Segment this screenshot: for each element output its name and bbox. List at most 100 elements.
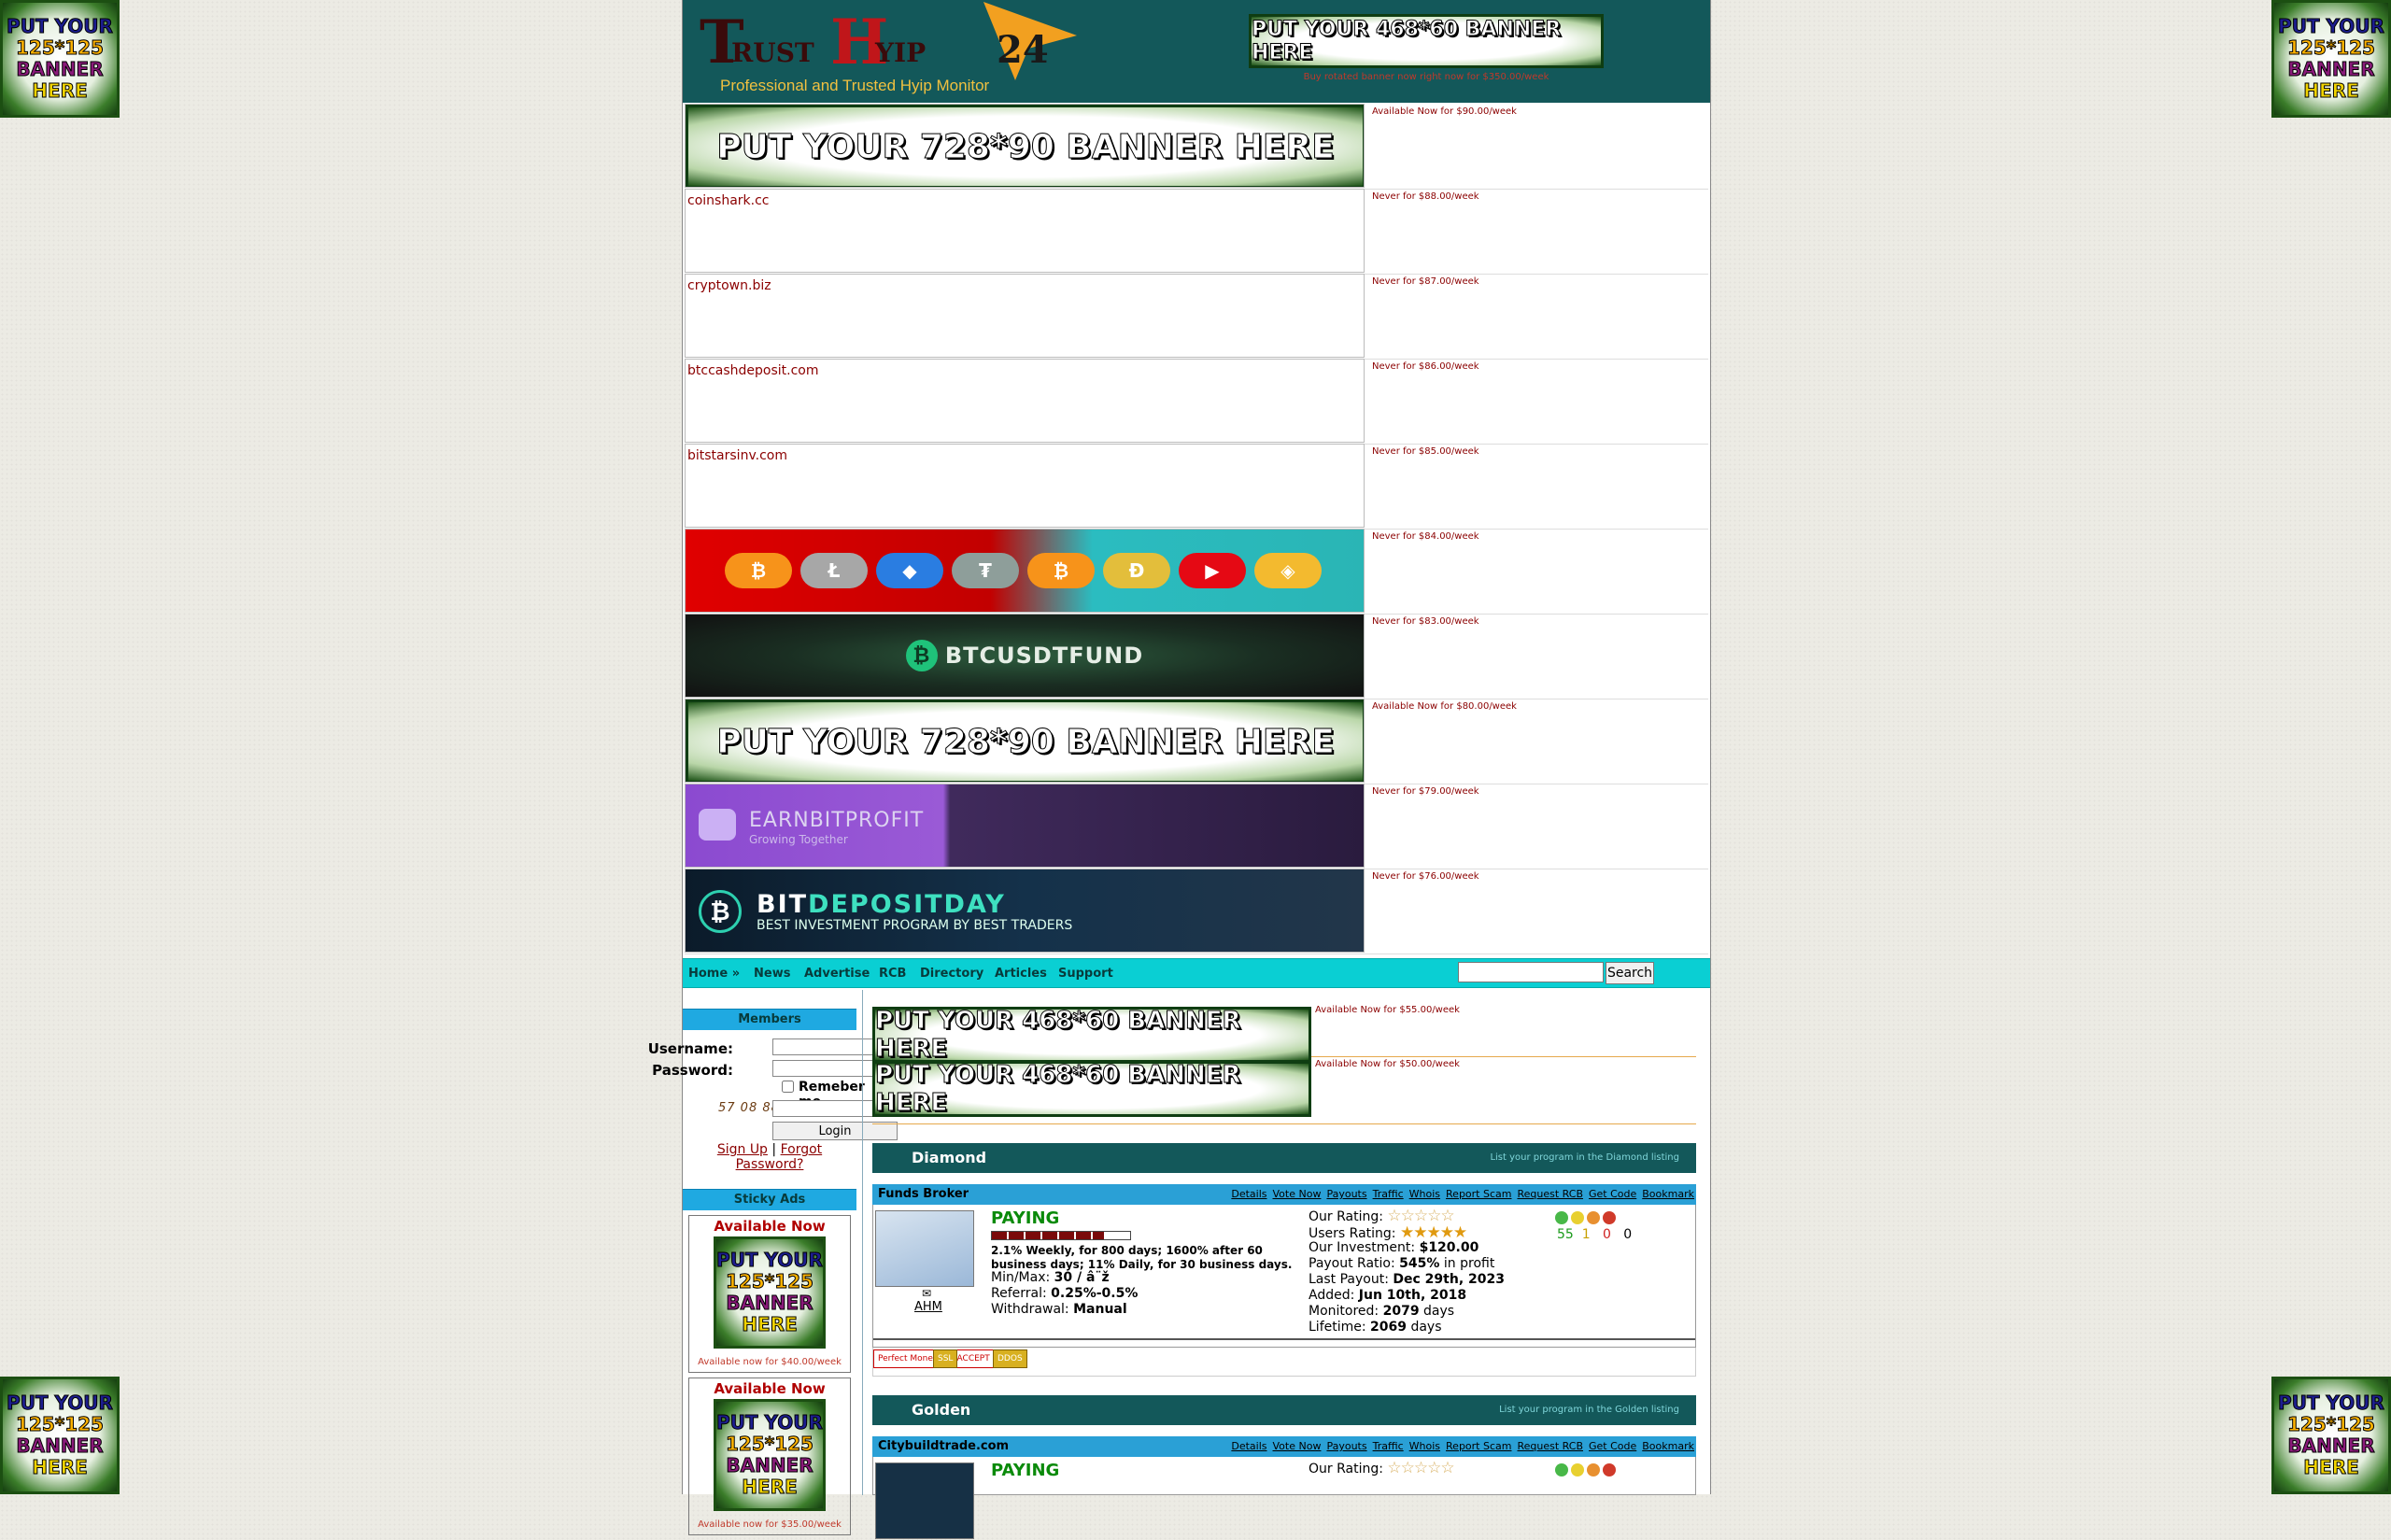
- site-logo[interactable]: T RUST H YIP 24 Professional and Trusted…: [700, 2, 1082, 99]
- program-link-whois[interactable]: Whois: [1409, 1440, 1440, 1452]
- program-link-bookmark[interactable]: Bookmark: [1642, 1188, 1694, 1200]
- program-name[interactable]: Citybuildtrade.com: [878, 1439, 1009, 1453]
- nav-home[interactable]: Home »: [688, 967, 740, 981]
- side-ad-top-right[interactable]: PUT YOUR 125*125 BANNER HERE: [2271, 0, 2391, 118]
- program-link-request-rcb[interactable]: Request RCB: [1517, 1440, 1583, 1452]
- broken-image-alt[interactable]: bitstarsinv.com: [686, 445, 1364, 467]
- added-row: Added: Jun 10th, 2018: [1309, 1288, 1466, 1303]
- email-icon[interactable]: ✉: [922, 1287, 931, 1300]
- banner-price-link[interactable]: Never for $79.00/week: [1372, 786, 1479, 797]
- tier-listing-link[interactable]: List your program in the Diamond listing: [1490, 1143, 1679, 1173]
- program-link-get-code[interactable]: Get Code: [1589, 1188, 1636, 1200]
- banner-price-link[interactable]: Never for $88.00/week: [1372, 191, 1479, 202]
- sticky-ad-available[interactable]: Available Now: [689, 1218, 850, 1235]
- banner-price-link[interactable]: Never for $84.00/week: [1372, 531, 1479, 542]
- program-link-whois[interactable]: Whois: [1409, 1188, 1440, 1200]
- sticky-ad-price[interactable]: Available now for $40.00/week: [698, 1357, 842, 1367]
- signup-link[interactable]: Sign Up: [717, 1142, 768, 1157]
- program-link-report-scam[interactable]: Report Scam: [1446, 1440, 1511, 1452]
- program-link-request-rcb[interactable]: Request RCB: [1517, 1188, 1583, 1200]
- crypto-coin-icon: ₮: [952, 553, 1019, 588]
- header-banner-468[interactable]: PUT YOUR 468*60 BANNER HERE: [1249, 14, 1604, 68]
- vote-neutral-icon[interactable]: [1571, 1211, 1584, 1224]
- sticky-ad-banner[interactable]: PUT YOUR 125*125 BANNER HERE: [714, 1236, 826, 1349]
- vote-good-icon[interactable]: [1555, 1463, 1568, 1476]
- ahm-link[interactable]: AHM: [914, 1300, 942, 1314]
- sticky-ad[interactable]: Available Now PUT YOUR 125*125 BANNER HE…: [688, 1215, 851, 1373]
- banner-468-placeholder[interactable]: PUT YOUR 468*60 BANNER HERE: [872, 1007, 1311, 1064]
- side-ad-bottom-left[interactable]: PUT YOUR 125*125 BANNER HERE: [0, 1377, 120, 1494]
- crypto-coins-banner[interactable]: ₿ Ł ◆ ₮ ₿ Đ ▶ ◈: [685, 529, 1365, 613]
- program-link-details[interactable]: Details: [1231, 1188, 1266, 1200]
- remember-checkbox[interactable]: [782, 1081, 794, 1093]
- auth-links: Sign Up | Forgot Password?: [683, 1142, 856, 1172]
- sticky-ad[interactable]: Available Now PUT YOUR 125*125 BANNER HE…: [688, 1378, 851, 1535]
- sticky-ad-price[interactable]: Available now for $35.00/week: [698, 1519, 842, 1530]
- vote-neutral-icon[interactable]: [1571, 1463, 1584, 1476]
- sticky-ads-header: Sticky Ads: [683, 1189, 856, 1210]
- banner-price-link[interactable]: Never for $85.00/week: [1372, 446, 1479, 457]
- nav-directory[interactable]: Directory: [920, 967, 983, 981]
- banner-price-link[interactable]: Available Now for $55.00/week: [1315, 1005, 1460, 1015]
- banner-728-placeholder[interactable]: PUT YOUR 728*90 BANNER HERE: [686, 105, 1364, 187]
- vote-counts: 55 1 0 0: [1557, 1227, 1632, 1242]
- banner-slot[interactable]: btccashdeposit.com: [685, 359, 1365, 443]
- banner-slot[interactable]: coinshark.cc: [685, 189, 1365, 273]
- program-link-payouts[interactable]: Payouts: [1326, 1188, 1366, 1200]
- banner-728-placeholder[interactable]: PUT YOUR 728*90 BANNER HERE: [686, 699, 1364, 782]
- program-screenshot[interactable]: [875, 1462, 974, 1539]
- added-value: Jun 10th, 2018: [1358, 1288, 1467, 1303]
- nav-rcb[interactable]: RCB: [879, 967, 906, 981]
- earnbitprofit-banner[interactable]: EARNBITPROFIT Growing Together: [685, 784, 1365, 868]
- search-button[interactable]: Search: [1606, 962, 1654, 984]
- program-link-get-code[interactable]: Get Code: [1589, 1440, 1636, 1452]
- vote-scam-icon[interactable]: [1603, 1463, 1616, 1476]
- broken-image-alt[interactable]: btccashdeposit.com: [686, 360, 1364, 382]
- vote-good-icon[interactable]: [1555, 1211, 1568, 1224]
- banner-price-link[interactable]: Never for $83.00/week: [1372, 616, 1479, 627]
- side-ad-top-left[interactable]: PUT YOUR 125*125 BANNER HERE: [0, 0, 120, 118]
- program-link-vote[interactable]: Vote Now: [1273, 1188, 1322, 1200]
- btcusdtfund-banner[interactable]: ₿ BTCUSDTFUND: [685, 614, 1365, 698]
- banner-slot[interactable]: cryptown.biz: [685, 274, 1365, 358]
- program-link-payouts[interactable]: Payouts: [1326, 1440, 1366, 1452]
- side-ad-bottom-right[interactable]: PUT YOUR 125*125 BANNER HERE: [2271, 1377, 2391, 1494]
- banner-price-link[interactable]: Available Now for $80.00/week: [1372, 701, 1517, 712]
- tier-title: Golden: [912, 1401, 971, 1419]
- nav-news[interactable]: News: [754, 967, 790, 981]
- banner-slot[interactable]: bitstarsinv.com: [685, 444, 1365, 528]
- program-link-traffic[interactable]: Traffic: [1373, 1440, 1404, 1452]
- vote-scam-icon[interactable]: [1603, 1211, 1616, 1224]
- program-link-details[interactable]: Details: [1231, 1440, 1266, 1452]
- nav-advertise[interactable]: Advertise: [804, 967, 870, 981]
- bitdepositday-banner[interactable]: ₿ BITDEPOSITDAY BEST INVESTMENT PROGRAM …: [685, 869, 1365, 953]
- program-name[interactable]: Funds Broker: [878, 1187, 969, 1201]
- sticky-ad-banner[interactable]: PUT YOUR 125*125 BANNER HERE: [714, 1399, 826, 1511]
- header-banner-link[interactable]: Buy rotated banner now right now for $35…: [1249, 72, 1604, 82]
- search-input[interactable]: [1458, 962, 1604, 982]
- banner-slot[interactable]: PUT YOUR 728*90 BANNER HERE: [685, 104, 1365, 188]
- nav-articles[interactable]: Articles: [995, 967, 1047, 981]
- broken-image-alt[interactable]: cryptown.biz: [686, 275, 1364, 297]
- vote-bad-icon[interactable]: [1587, 1211, 1600, 1224]
- banner-price-link[interactable]: Available Now for $50.00/week: [1315, 1059, 1460, 1069]
- banner-468-placeholder[interactable]: PUT YOUR 468*60 BANNER HERE: [872, 1061, 1311, 1118]
- broken-image-alt[interactable]: coinshark.cc: [686, 190, 1364, 212]
- tier-listing-link[interactable]: List your program in the Golden listing: [1499, 1395, 1679, 1425]
- banner-row: coinshark.cc Never for $88.00/week: [685, 189, 1708, 275]
- sticky-ad-available[interactable]: Available Now: [689, 1380, 850, 1397]
- program-link-traffic[interactable]: Traffic: [1373, 1188, 1404, 1200]
- program-link-report-scam[interactable]: Report Scam: [1446, 1188, 1511, 1200]
- nav-support[interactable]: Support: [1058, 967, 1113, 981]
- banner-price-link[interactable]: Available Now for $90.00/week: [1372, 106, 1517, 117]
- program-screenshot[interactable]: [875, 1210, 974, 1287]
- banner-slot[interactable]: PUT YOUR 728*90 BANNER HERE: [685, 699, 1365, 783]
- banner-price-link[interactable]: Never for $86.00/week: [1372, 361, 1479, 372]
- banner-price-link[interactable]: Never for $87.00/week: [1372, 276, 1479, 287]
- our-rating-row: Our Rating: ☆☆☆☆☆: [1309, 1207, 1455, 1225]
- banner-price-link[interactable]: Never for $76.00/week: [1372, 871, 1479, 882]
- program-link-vote[interactable]: Vote Now: [1273, 1440, 1322, 1452]
- program-link-bookmark[interactable]: Bookmark: [1642, 1440, 1694, 1452]
- vote-bad-icon[interactable]: [1587, 1463, 1600, 1476]
- users-rating-stars[interactable]: ★★★★★: [1400, 1223, 1467, 1242]
